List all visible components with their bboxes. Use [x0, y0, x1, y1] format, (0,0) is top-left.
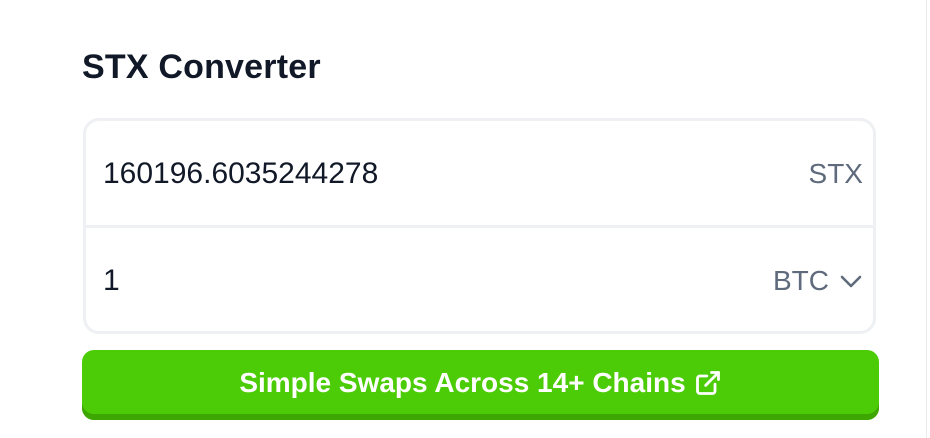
external-link-icon: [695, 371, 720, 395]
from-row: STX: [86, 121, 873, 227]
to-amount-input[interactable]: [103, 228, 723, 331]
simple-swaps-button[interactable]: Simple Swaps Across 14+ Chains: [82, 350, 879, 420]
panel-edge-divider: [926, 0, 927, 438]
from-amount-input[interactable]: [103, 121, 723, 227]
to-currency-select[interactable]: BTC: [773, 228, 863, 331]
chevron-down-icon: [840, 275, 862, 288]
simple-swaps-button-label: Simple Swaps Across 14+ Chains: [239, 367, 686, 398]
from-currency-label: STX: [808, 158, 863, 189]
converter-page: STX Converter STX BTC Simple Swaps Acros…: [0, 0, 930, 438]
to-currency-label: BTC: [773, 265, 829, 296]
to-row: BTC: [86, 228, 873, 331]
page-title: STX Converter: [82, 48, 321, 86]
converter-box: STX BTC: [83, 118, 876, 334]
